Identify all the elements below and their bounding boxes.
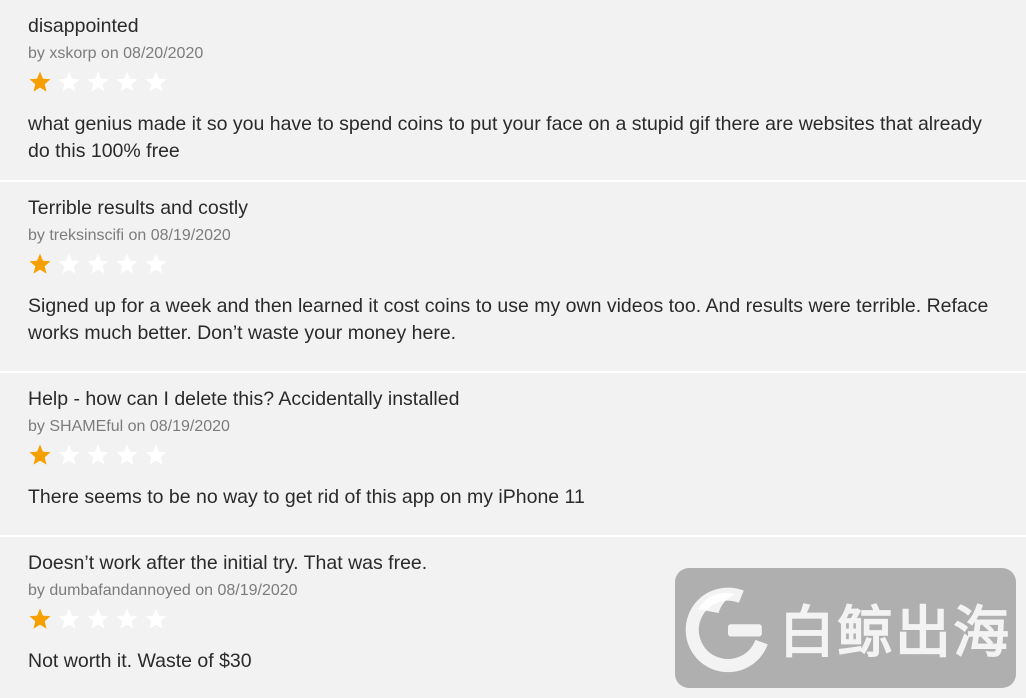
review-title: Terrible results and costly <box>28 197 249 219</box>
star-rating <box>28 607 168 635</box>
review-byline: by treksinscifi on 08/19/2020 <box>28 227 231 244</box>
star-filled-icon <box>29 71 51 92</box>
star-rating <box>28 443 168 471</box>
review-body: There seems to be no way to get rid of t… <box>28 486 585 508</box>
review-byline: by dumbafandannoyed on 08/19/2020 <box>28 582 298 599</box>
review-card: Help - how can I delete this? Accidental… <box>0 373 1026 535</box>
star-empty-icon <box>145 253 167 274</box>
star-filled-icon <box>29 608 51 629</box>
whale-g-logo-icon <box>685 587 771 673</box>
star-empty-icon <box>145 608 167 629</box>
star-empty-icon <box>116 608 138 629</box>
star-rating <box>28 70 168 98</box>
review-card: Terrible results and costly by treksinsc… <box>0 182 1026 371</box>
review-byline: by SHAMEful on 08/19/2020 <box>28 418 230 435</box>
review-title: Doesn’t work after the initial try. That… <box>28 552 428 574</box>
star-empty-icon <box>58 71 80 92</box>
star-empty-icon <box>145 71 167 92</box>
star-empty-icon <box>87 608 109 629</box>
review-byline: by xskorp on 08/20/2020 <box>28 45 204 62</box>
star-empty-icon <box>58 253 80 274</box>
star-empty-icon <box>87 71 109 92</box>
watermark: 白鲸出海 <box>675 568 1016 688</box>
review-title: Help - how can I delete this? Accidental… <box>28 388 460 410</box>
star-empty-icon <box>116 253 138 274</box>
star-filled-icon <box>29 444 51 465</box>
star-empty-icon <box>58 444 80 465</box>
star-empty-icon <box>58 608 80 629</box>
star-empty-icon <box>145 444 167 465</box>
star-empty-icon <box>116 71 138 92</box>
watermark-text: 白鲸出海 <box>779 600 1011 666</box>
review-body: what genius made it so you have to spend… <box>28 113 982 162</box>
star-empty-icon <box>116 444 138 465</box>
star-filled-icon <box>29 253 51 274</box>
star-empty-icon <box>87 444 109 465</box>
review-title: disappointed <box>28 15 139 37</box>
review-body: Signed up for a week and then learned it… <box>28 295 989 344</box>
star-empty-icon <box>87 253 109 274</box>
star-rating <box>28 252 168 280</box>
review-card: disappointed by xskorp on 08/20/2020 wha… <box>0 0 1026 180</box>
